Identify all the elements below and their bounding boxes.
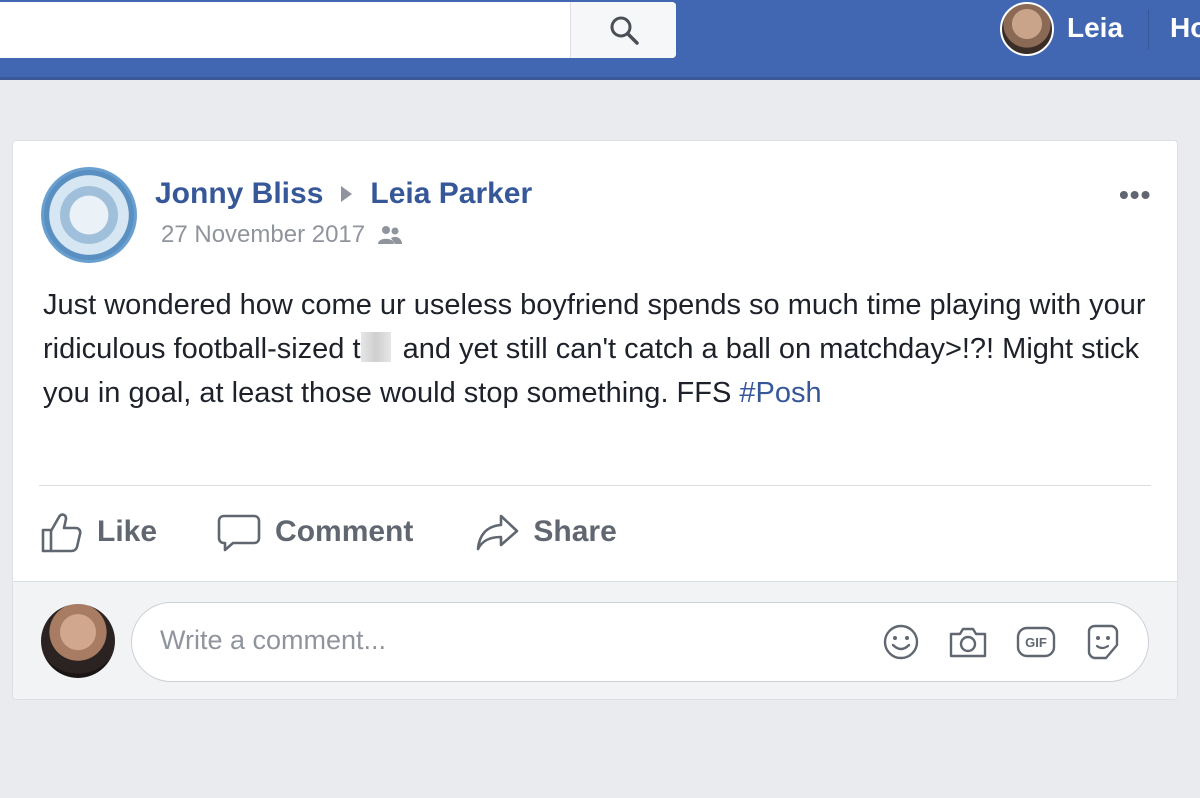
like-button[interactable]: Like (39, 510, 157, 554)
sticker-icon[interactable] (1084, 623, 1122, 661)
comment-input[interactable]: Write a comment... GIF (131, 602, 1149, 682)
search-button[interactable] (570, 2, 676, 58)
share-label: Share (533, 515, 617, 548)
author-name-link[interactable]: Jonny Bliss (155, 177, 323, 211)
comment-placeholder: Write a comment... (160, 625, 387, 655)
nav-divider (1148, 10, 1149, 50)
post-card: Jonny Bliss Leia Parker 27 November 2017… (12, 140, 1178, 700)
comment-attachments: GIF (882, 623, 1122, 661)
post-header: Jonny Bliss Leia Parker (155, 177, 532, 211)
share-button[interactable]: Share (475, 510, 617, 554)
home-link[interactable]: Ho (1170, 12, 1200, 44)
emoji-icon[interactable] (882, 623, 920, 661)
gif-icon[interactable]: GIF (1016, 625, 1056, 659)
profile-avatar[interactable] (1000, 2, 1054, 56)
camera-icon[interactable] (948, 624, 988, 660)
top-navigation-bar: Leia Ho (0, 0, 1200, 80)
search-icon (610, 16, 639, 45)
hashtag-link[interactable]: #Posh (739, 377, 821, 409)
friends-icon (378, 226, 403, 244)
thumbs-up-icon (41, 513, 82, 553)
post-body: Just wondered how come ur useless boyfri… (43, 283, 1153, 415)
post-actions: Like Comment Share (39, 507, 617, 557)
post-options-button[interactable]: ••• (1119, 179, 1151, 211)
like-label: Like (97, 515, 158, 548)
comment-composer: Write a comment... GIF (13, 581, 1177, 699)
target-name-link[interactable]: Leia Parker (370, 177, 532, 211)
comment-label: Comment (275, 515, 414, 548)
share-arrow-icon (477, 514, 519, 551)
svg-text:GIF: GIF (1025, 635, 1047, 650)
post-date-link[interactable]: 27 November 2017 (161, 221, 365, 249)
profile-name-link[interactable]: Leia (1067, 12, 1123, 44)
actions-divider (39, 485, 1151, 486)
censored-word (360, 332, 391, 362)
speech-bubble-icon (217, 514, 261, 552)
comment-button[interactable]: Comment (217, 510, 413, 554)
commenter-avatar (41, 604, 115, 678)
author-avatar[interactable] (41, 167, 137, 263)
post-meta: 27 November 2017 (161, 221, 403, 249)
arrow-right-icon (341, 186, 353, 202)
